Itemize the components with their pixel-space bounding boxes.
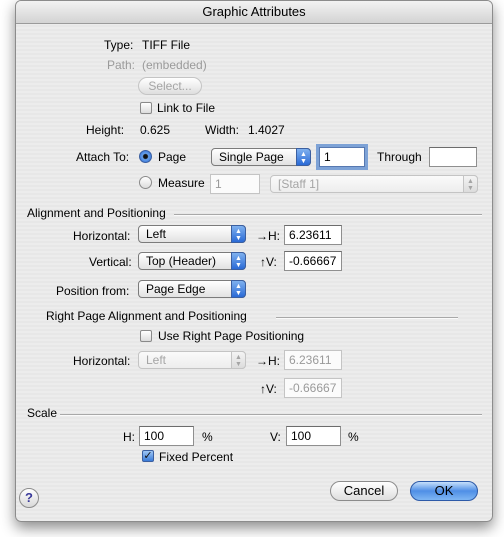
dialog-title: Graphic Attributes bbox=[16, 1, 492, 24]
page-radio[interactable] bbox=[139, 150, 152, 163]
page-from-input[interactable]: 1 bbox=[319, 147, 365, 167]
use-right-page-checkbox[interactable] bbox=[140, 330, 152, 342]
horizontal-popup[interactable]: Left ▲ ▼ bbox=[138, 225, 246, 243]
cancel-button[interactable]: Cancel bbox=[330, 481, 398, 501]
graphic-attributes-dialog: Graphic Attributes Type: TIFF File Path:… bbox=[15, 0, 493, 522]
scale-v-input[interactable]: 100 bbox=[286, 426, 341, 446]
alignment-section-title: Alignment and Positioning bbox=[27, 206, 166, 220]
horizontal-label: Horizontal: bbox=[73, 229, 131, 243]
popup-arrows-icon: ▲ ▼ bbox=[463, 175, 478, 193]
right-v-offset-input[interactable]: -0.66667 bbox=[284, 378, 342, 398]
v-offset-label: ↑V: bbox=[260, 255, 277, 269]
measure-input[interactable]: 1 bbox=[210, 174, 260, 194]
scale-section-title: Scale bbox=[27, 406, 58, 420]
h-offset-label: →H: bbox=[256, 229, 280, 243]
scale-h-input[interactable]: 100 bbox=[139, 426, 194, 446]
popup-arrows-icon: ▲ ▼ bbox=[296, 148, 311, 166]
height-label: Height: bbox=[86, 123, 125, 137]
staff-popup[interactable]: [Staff 1] ▲ ▼ bbox=[270, 175, 478, 193]
page-radio-label: Page bbox=[158, 150, 187, 164]
scale-v-label: V: bbox=[270, 430, 281, 444]
path-value: (embedded) bbox=[142, 58, 207, 72]
link-to-file-label: Link to File bbox=[157, 101, 216, 115]
position-from-popup[interactable]: Page Edge ▲ ▼ bbox=[138, 280, 246, 298]
right-horizontal-value: Left bbox=[146, 353, 167, 367]
vertical-popup[interactable]: Top (Header) ▲ ▼ bbox=[138, 252, 246, 270]
scale-separator bbox=[60, 414, 482, 416]
right-h-offset-input[interactable]: 6.23611 bbox=[284, 350, 342, 370]
type-label: Type: bbox=[104, 38, 134, 52]
width-label: Width: bbox=[205, 123, 240, 137]
through-label: Through bbox=[377, 150, 422, 164]
select-button[interactable]: Select... bbox=[138, 77, 202, 95]
scale-h-label: H: bbox=[123, 430, 135, 444]
popup-arrows-icon: ▲ ▼ bbox=[231, 252, 246, 270]
measure-radio[interactable] bbox=[139, 176, 152, 189]
right-h-offset-label: →H: bbox=[256, 354, 280, 368]
page-mode-popup[interactable]: Single Page ▲ ▼ bbox=[211, 148, 311, 166]
horizontal-value: Left bbox=[146, 227, 167, 241]
position-from-value: Page Edge bbox=[146, 282, 206, 296]
popup-arrows-icon: ▲ ▼ bbox=[231, 351, 246, 369]
width-value: 1.4027 bbox=[248, 123, 285, 137]
help-button[interactable]: ? bbox=[19, 488, 39, 508]
use-right-page-label: Use Right Page Positioning bbox=[158, 329, 305, 343]
ok-button[interactable]: OK bbox=[410, 481, 478, 501]
page-mode-value: Single Page bbox=[219, 150, 284, 164]
alignment-separator bbox=[174, 214, 482, 216]
path-label: Path: bbox=[107, 58, 136, 72]
vertical-label: Vertical: bbox=[89, 255, 132, 269]
right-page-section-title: Right Page Alignment and Positioning bbox=[46, 309, 247, 323]
right-v-offset-label: ↑V: bbox=[260, 382, 277, 396]
right-horizontal-label: Horizontal: bbox=[73, 354, 131, 368]
page-through-input[interactable] bbox=[429, 147, 477, 167]
vertical-value: Top (Header) bbox=[146, 254, 217, 268]
staff-value: [Staff 1] bbox=[278, 177, 320, 191]
type-value: TIFF File bbox=[142, 38, 190, 52]
right-horizontal-popup[interactable]: Left ▲ ▼ bbox=[138, 351, 246, 369]
scale-v-unit: % bbox=[348, 430, 359, 444]
position-from-label: Position from: bbox=[56, 284, 130, 298]
v-offset-input[interactable]: -0.66667 bbox=[284, 251, 342, 271]
scale-h-unit: % bbox=[202, 430, 213, 444]
popup-arrows-icon: ▲ ▼ bbox=[231, 280, 246, 298]
attach-to-label: Attach To: bbox=[76, 150, 130, 164]
fixed-percent-label: Fixed Percent bbox=[159, 450, 234, 464]
h-offset-input[interactable]: 6.23611 bbox=[284, 225, 342, 245]
height-value: 0.625 bbox=[140, 123, 171, 137]
link-to-file-checkbox[interactable] bbox=[140, 102, 152, 114]
fixed-percent-checkbox[interactable]: ✓ bbox=[142, 450, 154, 462]
measure-radio-label: Measure bbox=[158, 176, 205, 190]
right-page-separator bbox=[276, 317, 458, 319]
popup-arrows-icon: ▲ ▼ bbox=[231, 225, 246, 243]
